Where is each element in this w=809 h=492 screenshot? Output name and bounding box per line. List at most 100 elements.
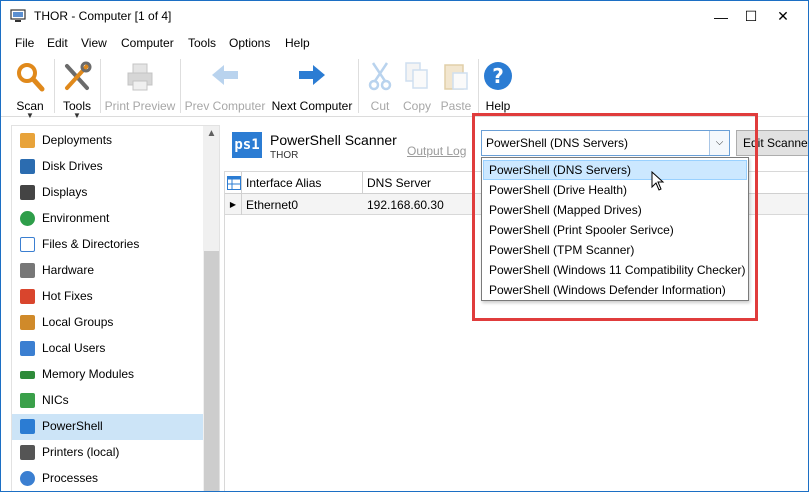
menu-bar: File Edit View Computer Tools Options He… xyxy=(1,34,808,54)
sidebar-item-label: Displays xyxy=(42,185,88,199)
sidebar-item-label: NICs xyxy=(42,393,69,407)
next-computer-label: Next Computer xyxy=(271,99,353,113)
sidebar-item-memory-modules[interactable]: Memory Modules xyxy=(12,362,203,388)
toolbar-separator xyxy=(100,59,101,113)
prev-computer-button[interactable]: Prev Computer xyxy=(184,59,266,115)
paste-label: Paste xyxy=(440,99,472,113)
environment-icon xyxy=(20,211,35,226)
prev-computer-label: Prev Computer xyxy=(184,99,266,113)
sidebar-item-files-directories[interactable]: Files & Directories xyxy=(12,232,203,258)
paste-button[interactable]: Paste xyxy=(437,59,475,115)
cell-dns-server: 192.168.60.30 xyxy=(367,198,444,212)
sidebar-item-local-users[interactable]: Local Users xyxy=(12,336,203,362)
sidebar-item-displays[interactable]: Displays xyxy=(12,180,203,206)
sidebar-item-deployments[interactable]: Deployments xyxy=(12,128,203,154)
printer-icon xyxy=(127,63,153,91)
cut-button[interactable]: Cut xyxy=(363,59,397,115)
cut-label: Cut xyxy=(370,99,390,113)
help-button[interactable]: ? Help xyxy=(481,59,515,115)
close-button[interactable]: ✕ xyxy=(766,1,800,32)
local-groups-icon xyxy=(20,315,35,330)
sidebar-item-nics[interactable]: NICs xyxy=(12,388,203,414)
sidebar-item-label: Disk Drives xyxy=(42,159,103,173)
toolbar-separator xyxy=(180,59,181,113)
menu-computer[interactable]: Computer xyxy=(121,36,174,50)
hardware-icon xyxy=(20,263,35,278)
sidebar-item-hardware[interactable]: Hardware xyxy=(12,258,203,284)
sidebar-item-powershell[interactable]: PowerShell xyxy=(12,414,203,440)
sidebar-item-label: Printers (local) xyxy=(42,445,120,459)
next-computer-button[interactable]: Next Computer xyxy=(269,59,355,115)
help-icon: ? xyxy=(484,62,512,90)
minimize-button[interactable]: — xyxy=(704,1,738,32)
sidebar-item-label: Processes xyxy=(42,471,99,485)
menu-options[interactable]: Options xyxy=(229,36,270,50)
sidebar-item-local-groups[interactable]: Local Groups xyxy=(12,310,203,336)
sidebar-scrollbar[interactable]: ▲ xyxy=(203,126,219,491)
column-header-dns-server[interactable]: DNS Server xyxy=(363,172,483,194)
scanner-sidebar: Deployments Disk Drives Displays Environ… xyxy=(11,125,220,491)
tools-button[interactable]: Tools ▼ xyxy=(56,59,98,120)
highlight-box xyxy=(472,113,758,321)
tools-icon xyxy=(65,61,92,90)
computer-name: THOR xyxy=(270,150,299,161)
sidebar-item-disk-drives[interactable]: Disk Drives xyxy=(12,154,203,180)
chevron-down-icon: ▼ xyxy=(73,111,81,120)
disk-drive-icon xyxy=(20,159,35,174)
window-title: THOR - Computer [1 of 4] xyxy=(34,9,172,23)
chevron-up-icon[interactable]: ▲ xyxy=(203,128,219,139)
computer-icon xyxy=(10,9,26,22)
menu-file[interactable]: File xyxy=(15,36,34,50)
sidebar-item-printers-local[interactable]: Printers (local) xyxy=(12,440,203,466)
sidebar-item-label: Memory Modules xyxy=(42,367,135,381)
copy-icon xyxy=(405,62,428,89)
powershell-icon xyxy=(20,419,35,434)
arrow-right-icon xyxy=(299,65,325,85)
local-users-icon xyxy=(20,341,35,356)
hotfix-icon xyxy=(20,289,35,304)
menu-edit[interactable]: Edit xyxy=(47,36,68,50)
help-label: Help xyxy=(485,99,511,113)
print-preview-label: Print Preview xyxy=(104,99,176,113)
mouse-cursor-icon xyxy=(651,171,665,191)
scan-button[interactable]: Scan ▼ xyxy=(9,59,51,120)
menu-tools[interactable]: Tools xyxy=(188,36,216,50)
grid-corner[interactable] xyxy=(225,172,242,194)
copy-label: Copy xyxy=(402,99,431,113)
sidebar-item-label: Hardware xyxy=(42,263,95,277)
scrollbar-thumb[interactable] xyxy=(204,251,219,491)
sidebar-item-label: Deployments xyxy=(42,133,113,147)
menu-help[interactable]: Help xyxy=(285,36,310,50)
sidebar-item-label: Files & Directories xyxy=(42,237,140,251)
arrow-left-icon xyxy=(212,65,238,85)
row-indicator-icon: ▶ xyxy=(225,194,242,215)
table-icon xyxy=(227,176,241,190)
scanner-title: PowerShell Scanner xyxy=(270,132,397,148)
sidebar-item-processes[interactable]: Processes xyxy=(12,466,203,491)
magnifier-icon xyxy=(17,63,45,92)
column-header-interface-alias[interactable]: Interface Alias xyxy=(242,172,363,194)
copy-button[interactable]: Copy xyxy=(399,59,435,115)
sidebar-item-environment[interactable]: Environment xyxy=(12,206,203,232)
memory-icon xyxy=(20,371,35,379)
deployments-icon xyxy=(20,133,35,148)
toolbar-separator xyxy=(54,59,55,113)
toolbar: Scan ▼ Tools ▼ Print Preview Prev Comput… xyxy=(1,55,808,120)
menu-view[interactable]: View xyxy=(81,36,107,50)
files-icon xyxy=(20,237,35,252)
sidebar-item-label: PowerShell xyxy=(42,419,103,433)
output-log-link[interactable]: Output Log xyxy=(407,144,466,158)
svg-text:?: ? xyxy=(492,64,504,88)
maximize-button[interactable]: ☐ xyxy=(734,1,768,32)
printer-icon xyxy=(20,445,35,460)
scissors-icon xyxy=(368,62,392,91)
display-icon xyxy=(20,185,35,200)
toolbar-separator xyxy=(358,59,359,113)
app-window: THOR - Computer [1 of 4] — ☐ ✕ File Edit… xyxy=(0,0,809,492)
print-preview-button[interactable]: Print Preview xyxy=(104,59,176,115)
nic-icon xyxy=(20,393,35,408)
sidebar-item-hot-fixes[interactable]: Hot Fixes xyxy=(12,284,203,310)
sidebar-item-label: Local Users xyxy=(42,341,106,355)
title-bar: THOR - Computer [1 of 4] — ☐ ✕ xyxy=(1,1,808,32)
chevron-down-icon: ▼ xyxy=(26,111,34,120)
